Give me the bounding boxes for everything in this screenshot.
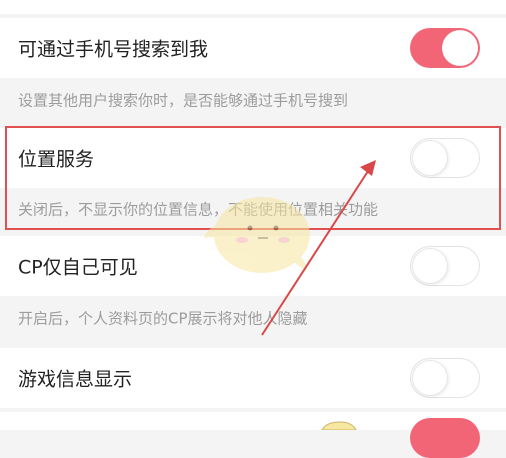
setting-row-phone-search[interactable]: 可通过手机号搜索到我	[0, 18, 506, 78]
toggle-knob	[412, 248, 448, 284]
setting-description: 开启后，个人资料页的CP展示将对他人隐藏	[0, 296, 506, 340]
game-info-toggle[interactable]	[410, 358, 480, 398]
setting-label: 位置服务	[18, 148, 95, 171]
toggle-knob	[412, 360, 448, 396]
location-toggle[interactable]	[410, 138, 480, 178]
setting-row-cp-visibility[interactable]: CP仅自己可见	[0, 236, 506, 296]
phone-search-toggle[interactable]	[410, 28, 480, 68]
setting-label: CP仅自己可见	[18, 256, 138, 279]
description-text: 开启后，个人资料页的CP展示将对他人隐藏	[18, 309, 308, 328]
cp-visibility-toggle[interactable]	[410, 246, 480, 286]
setting-description: 设置其他用户搜索你时，是否能够通过手机号搜到	[0, 78, 506, 122]
toggle-knob	[412, 140, 448, 176]
setting-row-location[interactable]: 位置服务	[0, 128, 506, 188]
description-text: 设置其他用户搜索你时，是否能够通过手机号搜到	[18, 91, 349, 110]
setting-label: 可通过手机号搜索到我	[18, 38, 209, 61]
setting-label: 游戏信息显示	[18, 368, 133, 391]
toggle-knob	[442, 30, 478, 66]
description-text: 关闭后，不显示你的位置信息，不能使用位置相关功能	[18, 200, 379, 219]
top-partial-row	[0, 0, 506, 14]
setting-row-partial[interactable]	[0, 412, 506, 458]
setting-description: 关闭后，不显示你的位置信息，不能使用位置相关功能	[0, 188, 506, 230]
partial-toggle[interactable]	[410, 418, 480, 458]
setting-row-game-info[interactable]: 游戏信息显示	[0, 348, 506, 408]
